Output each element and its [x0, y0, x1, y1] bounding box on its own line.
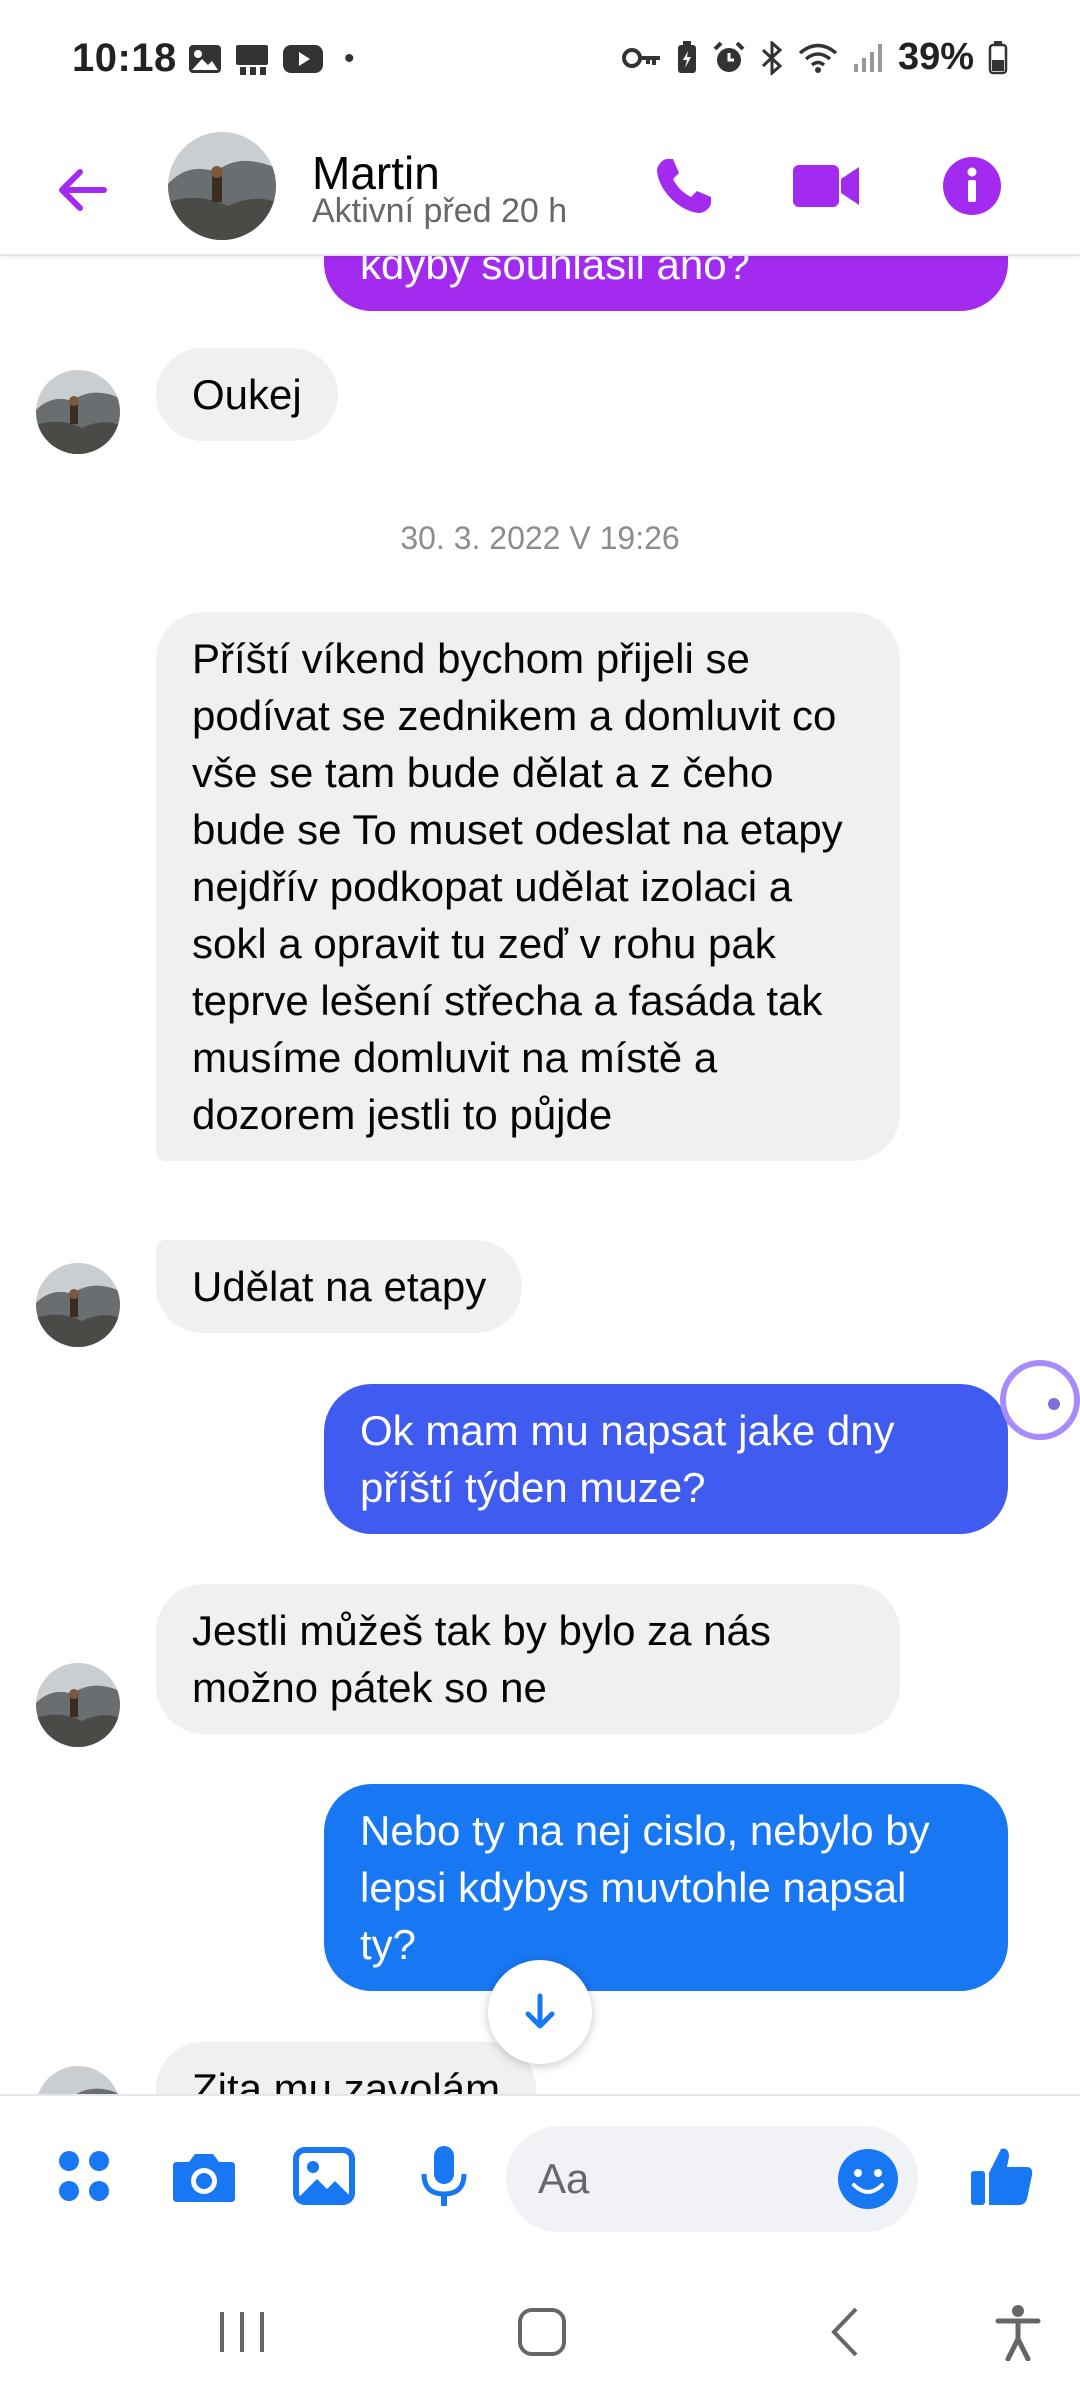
alarm-icon: [713, 41, 745, 72]
message-input[interactable]: [538, 2126, 818, 2232]
message-list[interactable]: kdyby souhlasil ano? Oukej 30. 3. 2022 V…: [0, 256, 1080, 2094]
accessibility-button[interactable]: [978, 2292, 1058, 2372]
emoji-icon: [838, 2149, 898, 2209]
home-button[interactable]: [502, 2292, 582, 2372]
avatar-mountain-photo: [36, 1263, 120, 1347]
video-call-button[interactable]: [790, 150, 862, 222]
incoming-message[interactable]: Udělat na etapy: [156, 1240, 523, 1333]
contact-active-status: Aktivní před 20 h: [312, 192, 568, 230]
back-button[interactable]: [52, 160, 112, 220]
outgoing-message[interactable]: Ok mam mu napsat jake dny příští týden m…: [324, 1384, 1008, 1534]
avatar-mountain-photo: [168, 132, 276, 240]
sender-avatar[interactable]: [36, 2066, 120, 2094]
sender-avatar[interactable]: [36, 370, 120, 454]
message-input-container: [506, 2126, 918, 2232]
gallery-icon: [293, 2147, 355, 2205]
battery-icon: [988, 40, 1008, 74]
outgoing-message[interactable]: kdyby souhlasil ano?: [324, 256, 1008, 311]
emoji-button[interactable]: [832, 2143, 904, 2215]
message-timestamp: 30. 3. 2022 V 19:26: [400, 520, 680, 556]
microphone-icon: [421, 2146, 467, 2206]
home-icon: [518, 2308, 566, 2356]
message-composer: [0, 2094, 1080, 2264]
avatar-mountain-photo: [36, 2066, 120, 2094]
back-arrow-icon: [59, 169, 107, 211]
bluetooth-icon: [761, 40, 783, 75]
like-button[interactable]: [966, 2140, 1038, 2212]
conversation-header: Martin Aktivní před 20 h: [0, 120, 1080, 256]
status-time: 10:18: [72, 36, 177, 80]
incoming-message[interactable]: Zita mu zavolám: [156, 2042, 537, 2094]
apps-grid-icon: [59, 2151, 109, 2201]
video-camera-icon: [793, 165, 859, 207]
scroll-down-arrow-icon: [525, 1993, 555, 2029]
voice-call-button[interactable]: [648, 150, 720, 222]
device-notification-icon: [236, 45, 268, 75]
incoming-message[interactable]: Příští víkend bychom přijeli se podívat …: [156, 612, 900, 1161]
more-notifications-dot: •: [344, 42, 355, 75]
battery-saver-icon: [677, 40, 696, 73]
accessibility-icon: [995, 2305, 1041, 2361]
signal-icon: [853, 43, 882, 72]
outgoing-message[interactable]: Nebo ty na nej cislo, nebylo by lepsi kd…: [324, 1784, 1008, 1991]
contact-avatar[interactable]: [168, 132, 276, 240]
incoming-message[interactable]: Oukej: [156, 348, 338, 441]
floating-chat-head[interactable]: [1000, 1360, 1080, 1440]
notification-icons: •: [188, 42, 355, 76]
recent-apps-icon: [220, 2312, 264, 2352]
wifi-icon: [798, 43, 838, 73]
voice-message-button[interactable]: [408, 2140, 480, 2212]
back-chevron-icon: [831, 2307, 858, 2357]
gallery-notification-icon: [189, 45, 221, 73]
system-icons: 39%: [621, 36, 1008, 79]
avatar-mountain-photo: [36, 1663, 120, 1747]
phone-icon: [657, 159, 711, 213]
sender-avatar[interactable]: [36, 1263, 120, 1347]
thumbs-up-icon: [971, 2148, 1033, 2205]
sender-avatar[interactable]: [36, 1663, 120, 1747]
conversation-info-button[interactable]: [936, 150, 1008, 222]
info-icon: [943, 157, 1001, 215]
gallery-button[interactable]: [288, 2140, 360, 2212]
more-actions-button[interactable]: [48, 2140, 120, 2212]
scroll-to-bottom-button[interactable]: [488, 1960, 592, 2064]
incoming-message[interactable]: Jestli můžeš tak by bylo za nás možno pá…: [156, 1584, 900, 1734]
vpn-key-icon: [621, 47, 660, 68]
battery-percent: 39%: [897, 36, 974, 78]
recent-apps-button[interactable]: [202, 2292, 282, 2372]
status-bar: 10:18 • 39%: [0, 0, 1080, 120]
camera-button[interactable]: [168, 2140, 240, 2212]
avatar-mountain-photo: [36, 370, 120, 454]
back-nav-button[interactable]: [806, 2292, 886, 2372]
youtube-notification-icon: [283, 45, 323, 73]
system-navigation-bar: [0, 2264, 1080, 2400]
camera-icon: [173, 2154, 235, 2202]
